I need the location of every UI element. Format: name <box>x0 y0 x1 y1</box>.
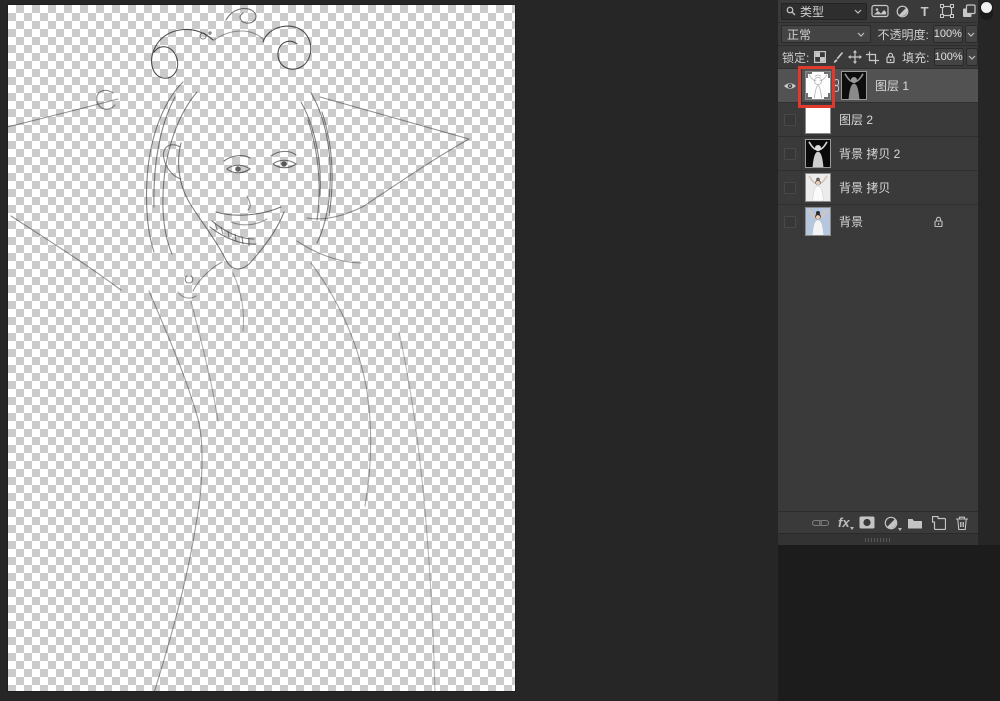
visibility-toggle[interactable] <box>778 137 802 170</box>
type-filter-button[interactable]: T <box>916 2 934 20</box>
new-layer-button[interactable] <box>932 516 946 530</box>
layer-name: 图层 2 <box>839 111 873 128</box>
fill-dropdown-button[interactable] <box>966 48 978 66</box>
fill-value: 100% <box>935 51 963 63</box>
hidden-layer-checkbox <box>784 148 796 160</box>
hidden-layer-checkbox <box>784 182 796 194</box>
chevron-down-icon <box>967 32 975 37</box>
shape-filter-icon <box>940 4 954 18</box>
adjustment-filter-button[interactable] <box>893 2 911 20</box>
opacity-dropdown-button[interactable] <box>965 25 978 43</box>
hidden-layer-checkbox <box>784 216 796 228</box>
layers-bottom-bar: fx <box>778 511 978 533</box>
blend-mode-select[interactable]: 正常 <box>781 25 871 43</box>
layer-thumbnail[interactable] <box>805 139 831 168</box>
document-canvas[interactable] <box>8 5 515 691</box>
workspace-background <box>778 545 1000 701</box>
chevron-down-icon <box>857 32 865 37</box>
lock-paint-button[interactable] <box>830 48 846 66</box>
layer-name: 背景 <box>839 213 863 230</box>
layer-row-beijing-kaobei2[interactable]: 背景 拷贝 2 <box>778 136 978 170</box>
mask-thumbnail-figure <box>842 72 866 99</box>
opacity-label: 不透明度: <box>877 26 928 43</box>
new-group-icon <box>907 517 923 529</box>
lock-artboard-icon <box>866 51 879 64</box>
delete-layer-icon <box>955 516 969 530</box>
lock-move-button[interactable] <box>847 48 863 66</box>
panel-right-gutter <box>978 0 1000 545</box>
type-filter-icon: T <box>921 5 929 18</box>
layer-filter-toggle[interactable] <box>980 1 993 20</box>
layer-row-beijing-kaobei[interactable]: 背景 拷贝 <box>778 170 978 204</box>
lock-all-button[interactable] <box>883 48 899 66</box>
add-mask-button[interactable] <box>859 516 875 529</box>
new-layer-icon <box>932 516 946 530</box>
opacity-value-field[interactable]: 100% <box>933 25 963 43</box>
thumbnail-figure <box>806 174 830 201</box>
layer-mask-thumbnail[interactable] <box>841 71 867 100</box>
fill-label: 填充: <box>902 49 929 66</box>
filter-type-label: 类型 <box>800 3 850 20</box>
flyout-triangle-icon <box>850 527 854 530</box>
lock-artboard-button[interactable] <box>865 48 881 66</box>
thumbnail-figure <box>806 140 830 167</box>
link-layers-icon <box>812 519 829 527</box>
flyout-triangle-icon <box>898 528 902 531</box>
pixel-filter-icon <box>871 4 889 18</box>
layer-style-icon: fx <box>838 516 850 529</box>
layer-filter-bar: 类型 T <box>778 0 978 22</box>
hidden-layer-checkbox <box>784 114 796 126</box>
layer-thumbnail[interactable] <box>805 173 831 202</box>
lock-move-icon <box>848 50 862 64</box>
chevron-down-icon <box>968 55 976 60</box>
visibility-toggle[interactable] <box>778 205 802 238</box>
layer-filter-type-select[interactable]: 类型 <box>781 3 867 20</box>
layer-row-beijing[interactable]: 背景 <box>778 204 978 238</box>
toggle-knob-icon <box>981 2 992 13</box>
lock-fill-row: 锁定: <box>778 45 978 68</box>
smart-object-filter-button[interactable] <box>960 2 978 20</box>
layer-thumbnail[interactable] <box>805 105 831 134</box>
lock-all-icon <box>885 51 896 64</box>
adjustment-layer-icon <box>884 516 898 530</box>
add-mask-icon <box>859 516 875 529</box>
shape-filter-button[interactable] <box>938 2 956 20</box>
fill-value-field[interactable]: 100% <box>934 48 964 66</box>
pixel-filter-button[interactable] <box>871 2 889 20</box>
thumbnail-figure <box>806 208 830 235</box>
lock-icon <box>933 215 944 228</box>
annotation-highlight-box <box>798 66 835 108</box>
visibility-toggle[interactable] <box>778 171 802 204</box>
lock-transparency-icon <box>814 51 826 63</box>
layer-style-button[interactable]: fx <box>838 516 850 529</box>
delete-layer-button[interactable] <box>955 516 969 530</box>
lock-transparency-button[interactable] <box>812 48 828 66</box>
layer-thumbnail[interactable] <box>805 207 831 236</box>
adjustment-layer-button[interactable] <box>884 516 898 530</box>
layer-name: 背景 拷贝 <box>839 179 890 196</box>
link-layers-button[interactable] <box>812 519 829 527</box>
blend-opacity-row: 正常 不透明度: 100% <box>778 22 978 45</box>
layer-name: 图层 1 <box>875 77 909 94</box>
lock-label: 锁定: <box>782 49 809 66</box>
smart-object-filter-icon <box>962 4 976 18</box>
photoshop-workspace: 类型 T <box>0 0 1000 701</box>
grip-dots-icon <box>865 538 891 542</box>
adjustment-filter-icon <box>896 5 909 18</box>
new-group-button[interactable] <box>907 517 923 529</box>
lock-paint-icon <box>831 51 844 64</box>
panel-resize-handle[interactable] <box>778 533 978 545</box>
blend-mode-value: 正常 <box>787 26 857 43</box>
panel-empty-area <box>778 238 978 511</box>
layer-locked-badge <box>933 215 944 228</box>
chevron-down-icon <box>854 9 862 14</box>
search-icon <box>786 6 796 16</box>
pencil-sketch-artwork <box>8 5 515 691</box>
eye-icon <box>783 81 797 91</box>
layer-name: 背景 拷贝 2 <box>839 145 900 162</box>
opacity-value: 100% <box>934 28 962 40</box>
